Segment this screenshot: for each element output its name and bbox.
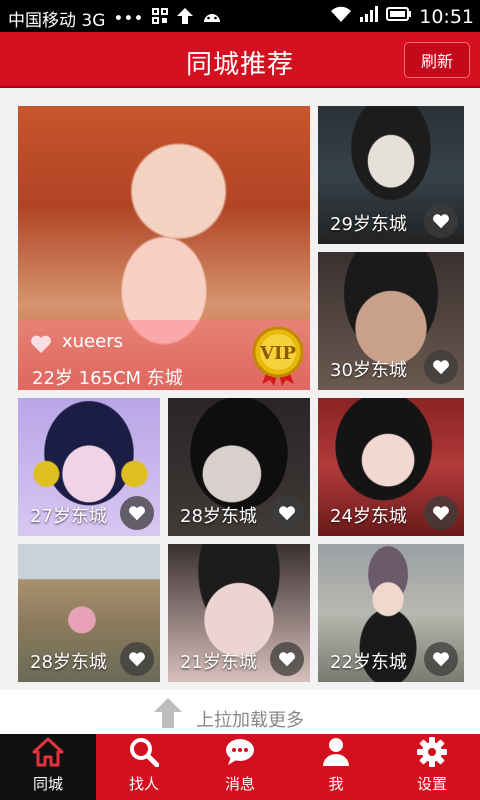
nav-item-find-people[interactable]: 找人 <box>96 734 192 800</box>
profile-card[interactable]: 22岁东城 <box>318 544 464 682</box>
like-button[interactable] <box>424 204 458 238</box>
profile-card[interactable]: 27岁东城 <box>18 398 160 536</box>
nav-label: 设置 <box>416 775 447 793</box>
profile-caption: 24岁东城 <box>330 506 407 527</box>
like-button[interactable] <box>270 642 304 676</box>
carrier-label: 中国移动 3G <box>8 11 106 31</box>
vip-badge-icon: VIP <box>246 324 310 388</box>
profile-card[interactable]: 29岁东城 <box>318 106 464 244</box>
nav-item-messages[interactable]: 消息 <box>192 734 288 800</box>
profile-card[interactable]: 28岁东城 <box>18 544 160 682</box>
like-button[interactable] <box>120 496 154 530</box>
status-bar: 中国移动 3G ••• 10:51 <box>0 0 480 32</box>
grid-icon <box>151 8 168 29</box>
battery-icon <box>386 6 412 27</box>
person-icon <box>322 735 350 769</box>
recommend-grid: xueers 22岁 165CM 东城 VIP 29岁东城 30岁东城 27岁东 <box>0 90 480 690</box>
home-icon <box>32 735 64 769</box>
nav-label: 消息 <box>224 775 255 793</box>
load-more-label: 上拉加载更多 <box>196 710 304 731</box>
nav-item-settings[interactable]: 设置 <box>384 734 480 800</box>
gear-icon <box>417 735 447 769</box>
search-icon <box>129 735 159 769</box>
like-button[interactable] <box>424 350 458 384</box>
profile-caption: 27岁东城 <box>30 506 107 527</box>
nav-item-nearby[interactable]: 同城 <box>0 734 96 800</box>
app-header: 同城推荐 刷新 <box>0 32 480 88</box>
wifi-icon <box>330 5 352 28</box>
bottom-nav: 同城 找人 消息 我 设置 <box>0 734 480 800</box>
svg-text:VIP: VIP <box>259 343 296 364</box>
load-more-bar[interactable]: 上拉加载更多 <box>0 690 480 734</box>
like-button[interactable] <box>424 642 458 676</box>
profile-caption: 29岁东城 <box>330 214 407 235</box>
profile-caption: 28岁东城 <box>30 652 107 673</box>
featured-details: 22岁 165CM 东城 <box>32 368 183 389</box>
featured-name: xueers <box>62 331 123 352</box>
nav-label: 我 <box>328 775 344 793</box>
like-button[interactable] <box>424 496 458 530</box>
profile-caption: 28岁东城 <box>180 506 257 527</box>
signal-icon <box>359 5 379 28</box>
profile-caption: 21岁东城 <box>180 652 257 673</box>
nav-label: 同城 <box>32 775 63 793</box>
profile-card[interactable]: 24岁东城 <box>318 398 464 536</box>
profile-card[interactable]: 21岁东城 <box>168 544 310 682</box>
upload-arrow-icon <box>176 7 194 30</box>
heart-icon[interactable] <box>30 334 52 358</box>
more-dots: ••• <box>113 8 144 29</box>
like-button[interactable] <box>270 496 304 530</box>
android-icon <box>202 8 222 29</box>
featured-profile-card[interactable]: xueers 22岁 165CM 东城 VIP <box>18 106 310 390</box>
like-button[interactable] <box>120 642 154 676</box>
profile-card[interactable]: 28岁东城 <box>168 398 310 536</box>
profile-caption: 30岁东城 <box>330 360 407 381</box>
nav-label: 找人 <box>128 775 159 793</box>
chat-icon <box>225 735 255 769</box>
profile-caption: 22岁东城 <box>330 652 407 673</box>
refresh-button[interactable]: 刷新 <box>404 42 470 78</box>
up-arrow-icon <box>152 696 184 734</box>
nav-item-me[interactable]: 我 <box>288 734 384 800</box>
profile-card[interactable]: 30岁东城 <box>318 252 464 390</box>
clock: 10:51 <box>419 5 474 28</box>
